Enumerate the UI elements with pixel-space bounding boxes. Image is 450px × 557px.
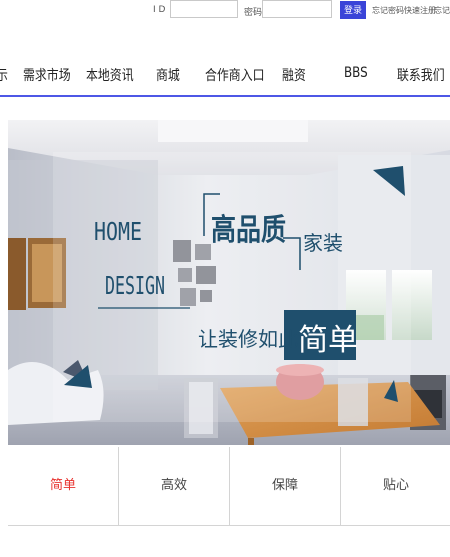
banner-home-decor-text: 家装 bbox=[303, 231, 343, 255]
quick-register-link[interactable]: 快速注册 bbox=[404, 5, 436, 16]
feature-label: 高效 bbox=[160, 478, 187, 493]
nav-underline bbox=[0, 95, 450, 97]
feature-label: 保障 bbox=[271, 478, 298, 493]
banner-simple-text: 简单 bbox=[298, 323, 358, 358]
banner-home-text: HOME bbox=[94, 217, 142, 246]
password-input[interactable] bbox=[262, 0, 332, 18]
nav-item-mall[interactable]: 商城 bbox=[156, 65, 180, 85]
banner-tagline-text: 让装修如此 bbox=[198, 327, 298, 351]
banner-illustration: HOME DESIGN 高品质 家装 让装修如此 简单 bbox=[8, 120, 450, 445]
feature-considerate[interactable]: 贴心 bbox=[341, 447, 450, 525]
nav-item-partner-entry[interactable]: 合作商入口 bbox=[205, 65, 265, 85]
feature-guarantee[interactable]: 保障 bbox=[230, 447, 340, 525]
ending-link[interactable]: 忘记 bbox=[434, 5, 450, 16]
feature-label: 贴心 bbox=[382, 478, 409, 493]
login-bar: I D 密码 登录 忘记密码 快速注册 忘记 bbox=[0, 0, 450, 22]
id-label: I D bbox=[153, 5, 166, 15]
nav-item-bbs[interactable]: BBS bbox=[344, 65, 368, 81]
id-input[interactable] bbox=[170, 0, 238, 18]
login-button[interactable]: 登录 bbox=[340, 1, 366, 19]
nav-item-contact[interactable]: 联系我们 bbox=[397, 65, 445, 85]
password-label: 密码 bbox=[244, 8, 263, 18]
feature-simple[interactable]: 简单 bbox=[8, 447, 118, 525]
feature-strip: 简单 高效 保障 贴心 bbox=[8, 447, 450, 526]
banner-design-text: DESIGN bbox=[105, 271, 165, 300]
feature-label: 简单 bbox=[49, 478, 76, 493]
feature-efficient[interactable]: 高效 bbox=[119, 447, 229, 525]
nav-item-demand-market[interactable]: 需求市场 bbox=[23, 65, 71, 85]
nav-item-partial[interactable]: 示 bbox=[0, 65, 8, 85]
nav-item-local-news[interactable]: 本地资讯 bbox=[86, 65, 134, 85]
banner-quality-text: 高品质 bbox=[211, 213, 286, 248]
main-nav: 示 需求市场 本地资讯 商城 合作商入口 融资 BBS 联系我们 bbox=[0, 52, 450, 96]
nav-item-financing[interactable]: 融资 bbox=[282, 65, 306, 85]
hero-banner[interactable]: HOME DESIGN 高品质 家装 让装修如此 简单 bbox=[8, 120, 450, 445]
forgot-password-link[interactable]: 忘记密码 bbox=[372, 5, 404, 16]
